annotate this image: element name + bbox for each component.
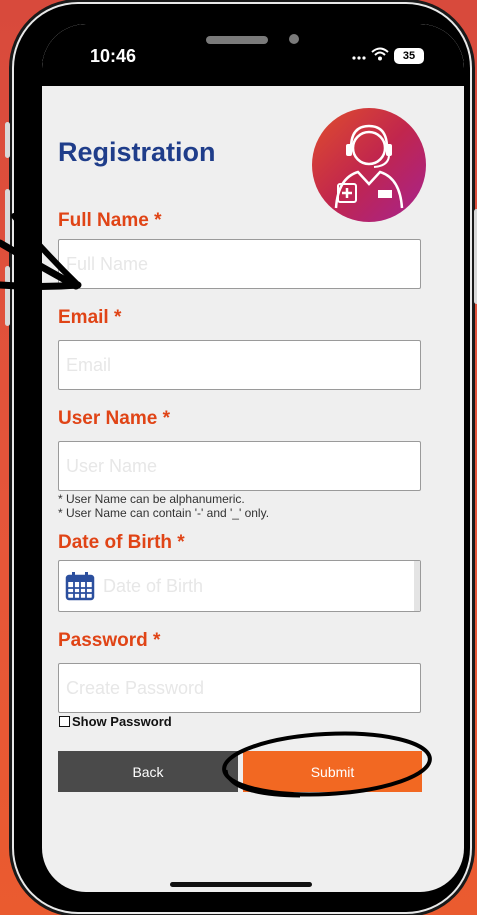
dob-field-edge [414,561,420,611]
app-screen: 10:46 35 Registration Full Name * Full N… [42,24,464,892]
mute-switch [5,122,10,158]
username-hint: * User Name can be alphanumeric. [58,492,245,506]
home-indicator[interactable] [170,882,312,887]
signal-icon [352,49,366,63]
submit-button[interactable]: Submit [243,751,422,792]
username-input[interactable] [58,441,421,491]
status-icons: 35 [352,47,424,64]
username-label: User Name * [58,408,170,429]
show-password-toggle[interactable]: Show Password [59,714,172,729]
support-agent-icon [334,124,404,209]
full-name-label: Full Name * [58,210,162,231]
status-bar: 10:46 35 [42,24,464,86]
dob-input[interactable] [103,565,411,607]
support-agent-logo [312,108,426,222]
front-camera [289,34,299,44]
username-hint: * User Name can contain '-' and '_' only… [58,506,270,520]
password-input[interactable] [58,663,421,713]
email-label: Email * [58,307,122,328]
wifi-icon [371,47,389,64]
calendar-icon[interactable] [65,571,95,606]
volume-up-button [5,189,10,249]
email-input[interactable] [58,340,421,390]
dob-field[interactable] [58,560,421,612]
volume-down-button [5,266,10,326]
back-button[interactable]: Back [58,751,238,792]
show-password-checkbox[interactable] [59,716,70,727]
speaker-pill [206,36,268,44]
battery-indicator: 35 [394,47,424,64]
password-label: Password * [58,630,161,651]
page-title: Registration [58,137,216,167]
dob-label: Date of Birth * [58,532,185,553]
full-name-input[interactable] [58,239,421,289]
show-password-label: Show Password [72,714,172,729]
status-time: 10:46 [90,46,137,66]
